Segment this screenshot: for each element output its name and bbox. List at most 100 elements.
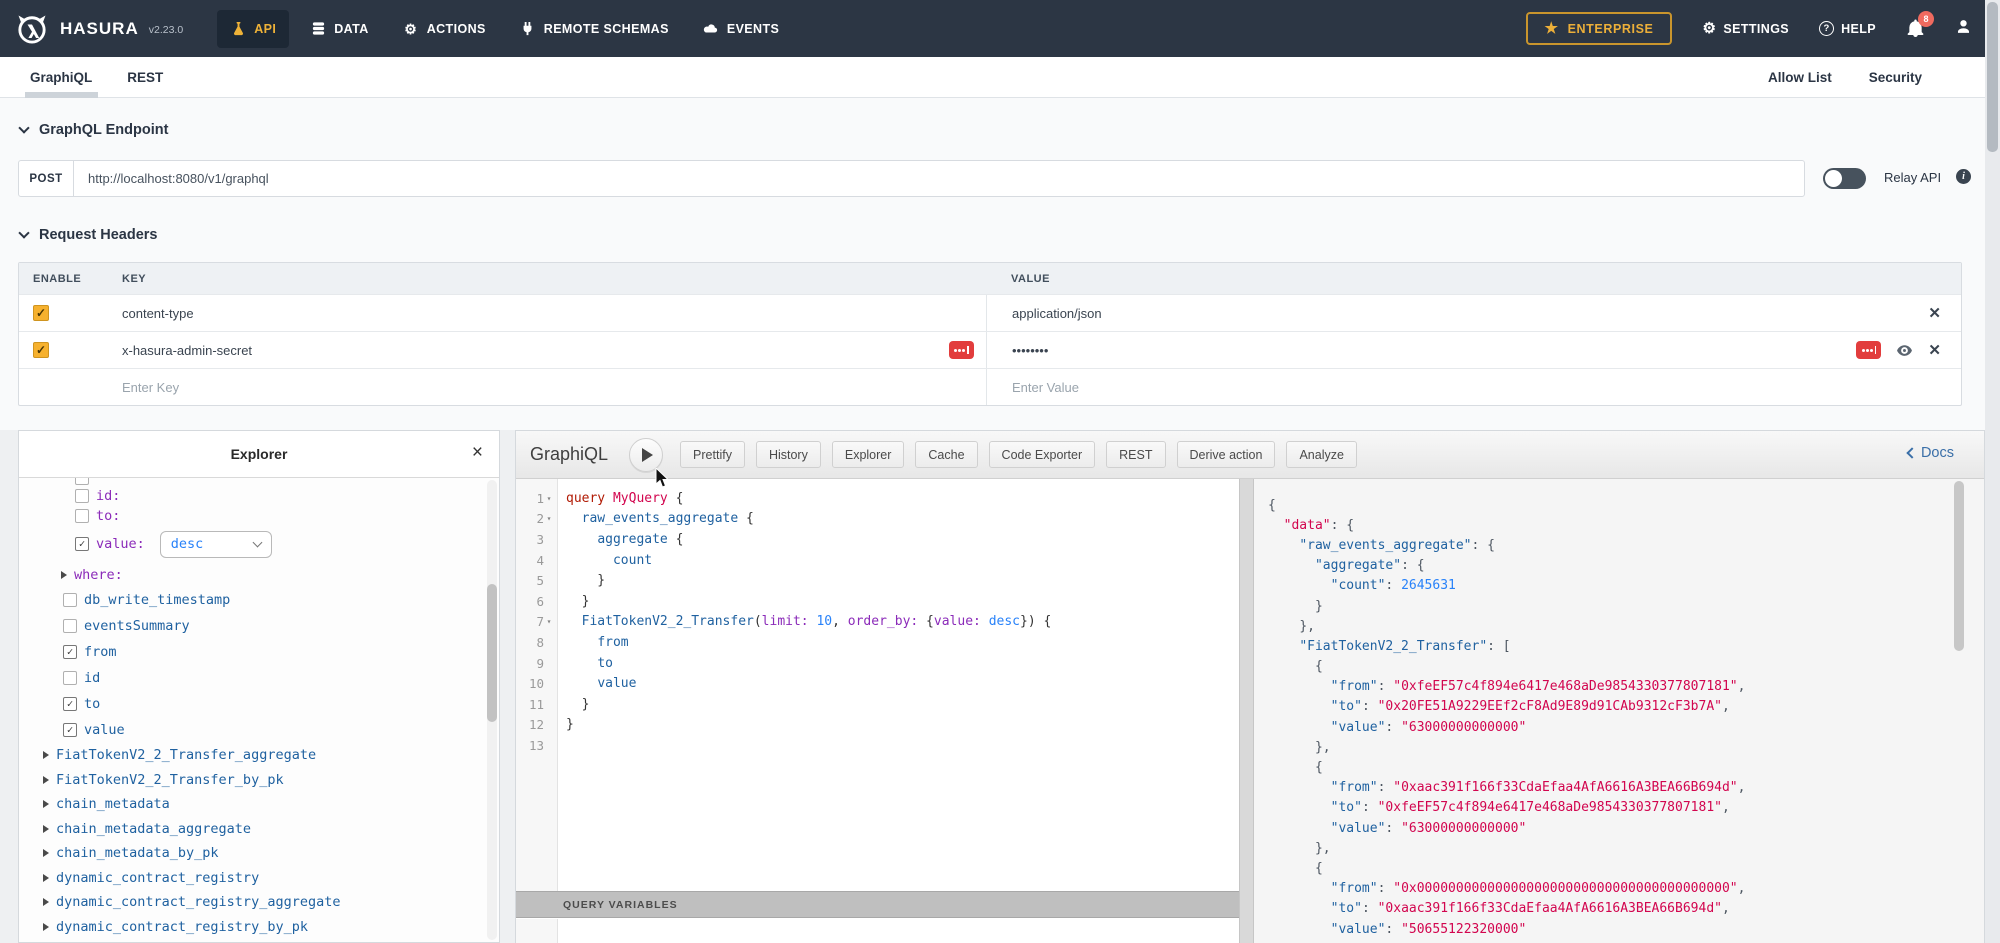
nav-item-api[interactable]: API bbox=[217, 10, 289, 48]
explorer-item-label: to: bbox=[96, 508, 120, 524]
page-scrollbar-thumb[interactable] bbox=[1987, 2, 1998, 152]
explorer-item-id[interactable]: id: bbox=[19, 486, 487, 506]
explorer-item-chain-metadata[interactable]: chain_metadata bbox=[19, 792, 487, 817]
value-input[interactable]: ••••••••✕ bbox=[986, 332, 1961, 368]
graphql-endpoint-section-header[interactable]: GraphQL Endpoint bbox=[20, 122, 168, 138]
field-checkbox[interactable]: ✓ bbox=[63, 697, 77, 711]
field-checkbox[interactable]: ✓ bbox=[63, 645, 77, 659]
explorer-item-id[interactable]: id bbox=[19, 665, 487, 691]
field-checkbox[interactable]: ✓ bbox=[63, 723, 77, 737]
explorer-item-where[interactable]: where: bbox=[19, 562, 487, 587]
explorer-scrollbar[interactable] bbox=[487, 480, 497, 940]
notifications-button[interactable]: 8 bbox=[1906, 19, 1925, 38]
hasura-brand[interactable]: HASURA v2.23.0 bbox=[14, 11, 183, 47]
notification-badge: 8 bbox=[1918, 11, 1934, 27]
editor-response-divider[interactable] bbox=[1239, 479, 1254, 943]
request-headers-section-header[interactable]: Request Headers bbox=[20, 227, 157, 243]
query-variables-bar[interactable]: QUERY VARIABLES bbox=[516, 891, 1239, 918]
rest-button[interactable]: REST bbox=[1106, 441, 1165, 468]
explorer-item-label: chain_metadata_aggregate bbox=[56, 821, 251, 837]
query-editor[interactable]: 1▾2▾34567▾8910111213 query MyQuery { raw… bbox=[516, 479, 1239, 943]
explorer-item-chain-metadata-by-pk[interactable]: chain_metadata_by_pk bbox=[19, 841, 487, 866]
tab-allow-list[interactable]: Allow List bbox=[1768, 70, 1832, 85]
eye-icon[interactable] bbox=[1896, 342, 1913, 359]
query-variables-editor[interactable] bbox=[516, 919, 1239, 943]
tab-rest[interactable]: REST bbox=[127, 70, 163, 85]
key-input[interactable]: x-hasura-admin-secret bbox=[91, 343, 986, 358]
account-button[interactable] bbox=[1955, 18, 1972, 40]
docs-link[interactable]: Docs bbox=[1908, 445, 1954, 461]
query-code[interactable]: query MyQuery { raw_events_aggregate { a… bbox=[558, 479, 1239, 891]
prettify-button[interactable]: Prettify bbox=[680, 441, 745, 468]
graphiql-panel: GraphiQL Prettify History Explorer Cache Cod… bbox=[515, 430, 1985, 943]
relay-api-toggle[interactable] bbox=[1823, 168, 1866, 189]
explorer-item-from[interactable]: ✓ from bbox=[19, 639, 487, 665]
explorer-item-to[interactable]: ✓to bbox=[19, 691, 487, 717]
nav-item-actions[interactable]: ⚙ACTIONS bbox=[390, 10, 499, 48]
close-icon[interactable]: × bbox=[472, 443, 483, 462]
editor-gutter: 1▾2▾34567▾8910111213 bbox=[516, 479, 558, 891]
execute-query-button[interactable] bbox=[629, 438, 663, 472]
caret-right-icon bbox=[43, 923, 49, 931]
field-checkbox[interactable] bbox=[63, 619, 77, 633]
explorer-item-label: value: bbox=[96, 536, 145, 552]
remove-header-icon[interactable]: ✕ bbox=[1928, 343, 1941, 358]
order-direction-dropdown[interactable]: desc bbox=[160, 531, 272, 558]
relay-api-label: Relay API bbox=[1884, 170, 1941, 185]
explorer-item-value[interactable]: ✓ value: desc bbox=[19, 526, 487, 562]
explorer-item-label: from bbox=[84, 644, 117, 660]
explorer-button[interactable]: Explorer bbox=[832, 441, 905, 468]
scrollbar-thumb[interactable] bbox=[487, 584, 497, 722]
version-label: v2.23.0 bbox=[149, 24, 183, 36]
explorer-item-label: chain_metadata bbox=[56, 796, 170, 812]
nav-item-data[interactable]: DATA bbox=[297, 10, 381, 48]
help-button[interactable]: ? HELP bbox=[1819, 21, 1876, 36]
history-button[interactable]: History bbox=[756, 441, 821, 468]
new-key-input[interactable]: Enter Key bbox=[122, 380, 179, 395]
remove-header-icon[interactable]: ✕ bbox=[1928, 306, 1941, 321]
info-icon[interactable]: i bbox=[1956, 169, 1971, 184]
derive-action-button[interactable]: Derive action bbox=[1177, 441, 1276, 468]
graphiql-title: GraphiQL bbox=[530, 444, 608, 465]
field-checkbox[interactable] bbox=[75, 489, 89, 503]
explorer-item-to[interactable]: to: bbox=[19, 506, 487, 526]
tab-security[interactable]: Security bbox=[1869, 70, 1922, 85]
explorer-item-db-write-timestamp[interactable]: db_write_timestamp bbox=[19, 587, 487, 613]
nav-item-events[interactable]: EVENTS bbox=[690, 10, 792, 48]
enterprise-button[interactable]: ★ ENTERPRISE bbox=[1526, 12, 1673, 45]
new-value-input[interactable]: Enter Value bbox=[1012, 380, 1079, 395]
explorer-item-label: id bbox=[84, 670, 100, 686]
explorer-item-FiatTokenV2-2-Transfer-by-pk[interactable]: FiatTokenV2_2_Transfer_by_pk bbox=[19, 768, 487, 793]
explorer-item-label: dynamic_contract_registry_by_pk bbox=[56, 919, 308, 935]
tab-graphiql[interactable]: GraphiQL bbox=[30, 70, 92, 85]
key-input[interactable]: content-type bbox=[91, 306, 986, 321]
value-input[interactable]: application/json✕ bbox=[986, 295, 1961, 331]
enable-checkbox[interactable]: ✓ bbox=[33, 342, 49, 358]
cache-button[interactable]: Cache bbox=[915, 441, 977, 468]
chevron-down-icon bbox=[18, 122, 29, 133]
explorer-item-dynamic-contract-registry[interactable]: dynamic_contract_registry bbox=[19, 866, 487, 891]
nav-item-remote-schemas[interactable]: REMOTE SCHEMAS bbox=[507, 10, 682, 48]
endpoint-url-input[interactable]: http://localhost:8080/v1/graphql bbox=[74, 161, 1804, 196]
explorer-item-label: chain_metadata_by_pk bbox=[56, 845, 219, 861]
explorer-item-clipped[interactable] bbox=[19, 478, 487, 486]
analyze-button[interactable]: Analyze bbox=[1286, 441, 1356, 468]
enable-checkbox[interactable]: ✓ bbox=[33, 305, 49, 321]
explorer-item-FiatTokenV2-2-Transfer-aggregate[interactable]: FiatTokenV2_2_Transfer_aggregate bbox=[19, 743, 487, 768]
explorer-item-chain-metadata-aggregate[interactable]: chain_metadata_aggregate bbox=[19, 817, 487, 842]
settings-button[interactable]: ⚙ SETTINGS bbox=[1702, 21, 1789, 36]
nav-label: DATA bbox=[334, 22, 368, 36]
response-scrollbar-thumb[interactable] bbox=[1954, 481, 1964, 651]
page-scrollbar[interactable] bbox=[1985, 0, 2000, 943]
explorer-item-dynamic-contract-registry-by-pk[interactable]: dynamic_contract_registry_by_pk bbox=[19, 915, 487, 940]
field-checkbox[interactable] bbox=[63, 671, 77, 685]
explorer-item-value[interactable]: ✓value bbox=[19, 717, 487, 743]
explorer-item-dynamic-contract-registry-aggregate[interactable]: dynamic_contract_registry_aggregate bbox=[19, 890, 487, 915]
field-checkbox[interactable] bbox=[63, 593, 77, 607]
field-checkbox[interactable] bbox=[75, 509, 89, 523]
http-method-label: POST bbox=[19, 161, 74, 196]
code-exporter-button[interactable]: Code Exporter bbox=[989, 441, 1096, 468]
explorer-item-eventsSummary[interactable]: eventsSummary bbox=[19, 613, 487, 639]
field-checkbox[interactable] bbox=[75, 478, 89, 485]
field-checkbox[interactable]: ✓ bbox=[75, 537, 89, 551]
